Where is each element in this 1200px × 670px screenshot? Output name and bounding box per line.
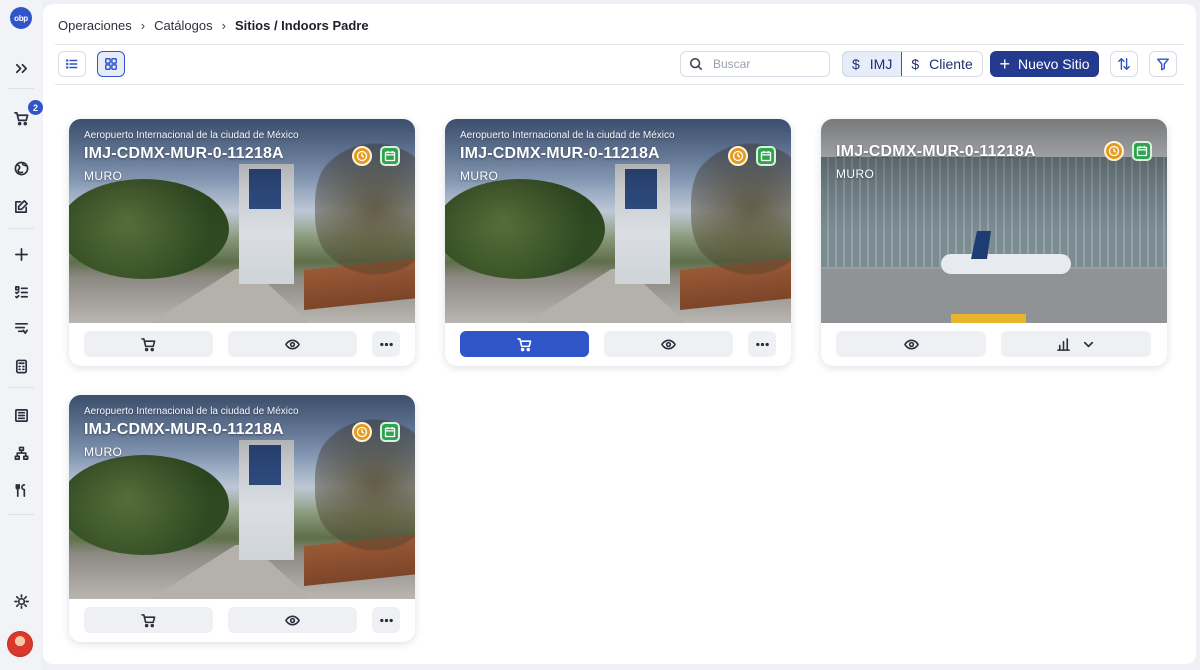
eye-icon: [661, 338, 676, 350]
clock-icon: [1104, 141, 1124, 161]
chevron-right-icon: ›: [221, 18, 226, 33]
sidebar-divider: [8, 228, 34, 229]
grid-icon: [105, 58, 117, 70]
sidebar: obp 2: [0, 0, 43, 670]
sort-icon: [1118, 58, 1130, 70]
search-icon: [689, 57, 703, 71]
cart-icon: [141, 337, 156, 351]
ellipsis-icon: [755, 342, 769, 346]
sun-icon[interactable]: [11, 591, 31, 611]
currency-cliente-option[interactable]: $ Cliente: [902, 52, 981, 76]
chevron-down-icon: [1083, 341, 1094, 347]
bar-chart-icon: [1057, 337, 1070, 351]
list-icon: [65, 59, 78, 69]
dollar-icon: $: [852, 56, 860, 72]
site-card[interactable]: Aeropuerto Internacional de la ciudad de…: [445, 119, 791, 366]
sidebar-divider: [8, 88, 34, 89]
filter-list-icon[interactable]: [11, 318, 31, 338]
breadcrumb: Operaciones › Catálogos › Sitios / Indoo…: [58, 18, 369, 33]
filter-button[interactable]: [1149, 51, 1177, 77]
search-box: [680, 51, 830, 77]
ellipsis-icon: [379, 342, 393, 346]
site-card[interactable]: Aeropuerto Internacional de la ciudad de…: [69, 395, 415, 642]
site-type: MURO: [460, 169, 499, 183]
user-avatar[interactable]: [7, 631, 33, 657]
header-divider: [55, 44, 1184, 45]
cart-icon: [517, 337, 532, 351]
globe-icon[interactable]: [11, 158, 31, 178]
calendar-icon: [380, 422, 400, 442]
view-button[interactable]: [604, 331, 733, 357]
site-location: Aeropuerto Internacional de la ciudad de…: [84, 406, 299, 417]
more-options-button[interactable]: [372, 331, 400, 357]
calendar-icon: [380, 146, 400, 166]
breadcrumb-item-catalogos[interactable]: Catálogos: [154, 18, 213, 33]
currency-cliente-label: Cliente: [929, 56, 973, 72]
dollar-icon: $: [911, 56, 920, 72]
clock-icon: [352, 422, 372, 442]
list-check-icon[interactable]: [11, 282, 31, 302]
view-button[interactable]: [228, 331, 357, 357]
grid-view-button[interactable]: [97, 51, 125, 77]
calendar-icon: [756, 146, 776, 166]
clock-icon: [728, 146, 748, 166]
site-type: MURO: [84, 445, 123, 459]
list-view-button[interactable]: [58, 51, 86, 77]
site-card[interactable]: IMJ-CDMX-MUR-0-11218A MURO: [821, 119, 1167, 366]
new-site-button[interactable]: + Nuevo Sitio: [990, 51, 1099, 77]
edit-icon[interactable]: [11, 196, 31, 216]
clock-icon: [352, 146, 372, 166]
cart-icon: [141, 613, 156, 627]
calendar-icon: [1132, 141, 1152, 161]
more-options-button[interactable]: [748, 331, 776, 357]
eye-icon: [903, 338, 919, 350]
ellipsis-icon: [379, 618, 393, 622]
currency-imj-option[interactable]: $ IMJ: [842, 52, 903, 76]
view-button[interactable]: [836, 331, 986, 357]
sort-button[interactable]: [1110, 51, 1138, 77]
site-type: MURO: [836, 167, 875, 181]
search-input[interactable]: [713, 57, 823, 71]
calculator-icon[interactable]: [11, 356, 31, 376]
cart-count-badge: 2: [28, 100, 43, 115]
currency-imj-label: IMJ: [869, 56, 893, 72]
brand-logo[interactable]: obp: [10, 7, 32, 29]
plus-icon: +: [999, 54, 1010, 74]
add-to-cart-button[interactable]: [460, 331, 589, 357]
sidebar-divider: [8, 514, 34, 515]
toolbar-divider: [55, 84, 1184, 85]
main-panel: Operaciones › Catálogos › Sitios / Indoo…: [43, 4, 1196, 664]
new-site-label: Nuevo Sitio: [1017, 56, 1090, 72]
sidebar-divider: [8, 387, 34, 388]
breadcrumb-current: Sitios / Indoors Padre: [234, 18, 369, 33]
eye-icon: [285, 338, 300, 350]
more-options-button[interactable]: [372, 607, 400, 633]
currency-toggle: $ IMJ $ Cliente: [842, 51, 983, 77]
chevron-right-icon: ›: [140, 18, 146, 33]
eye-icon: [285, 614, 300, 626]
site-type: MURO: [84, 169, 123, 183]
view-button[interactable]: [228, 607, 357, 633]
site-location: Aeropuerto Internacional de la ciudad de…: [84, 130, 299, 141]
stats-dropdown-button[interactable]: [1001, 331, 1151, 357]
table-icon[interactable]: [11, 405, 31, 425]
plus-icon[interactable]: [11, 244, 31, 264]
site-card[interactable]: Aeropuerto Internacional de la ciudad de…: [69, 119, 415, 366]
add-to-cart-button[interactable]: [84, 607, 213, 633]
add-to-cart-button[interactable]: [84, 331, 213, 357]
breadcrumb-item-operaciones[interactable]: Operaciones: [58, 18, 132, 33]
filter-icon: [1157, 58, 1169, 71]
site-location: Aeropuerto Internacional de la ciudad de…: [460, 130, 675, 141]
tools-icon[interactable]: [11, 480, 31, 500]
hierarchy-icon[interactable]: [11, 443, 31, 463]
expand-icon[interactable]: [11, 58, 31, 78]
